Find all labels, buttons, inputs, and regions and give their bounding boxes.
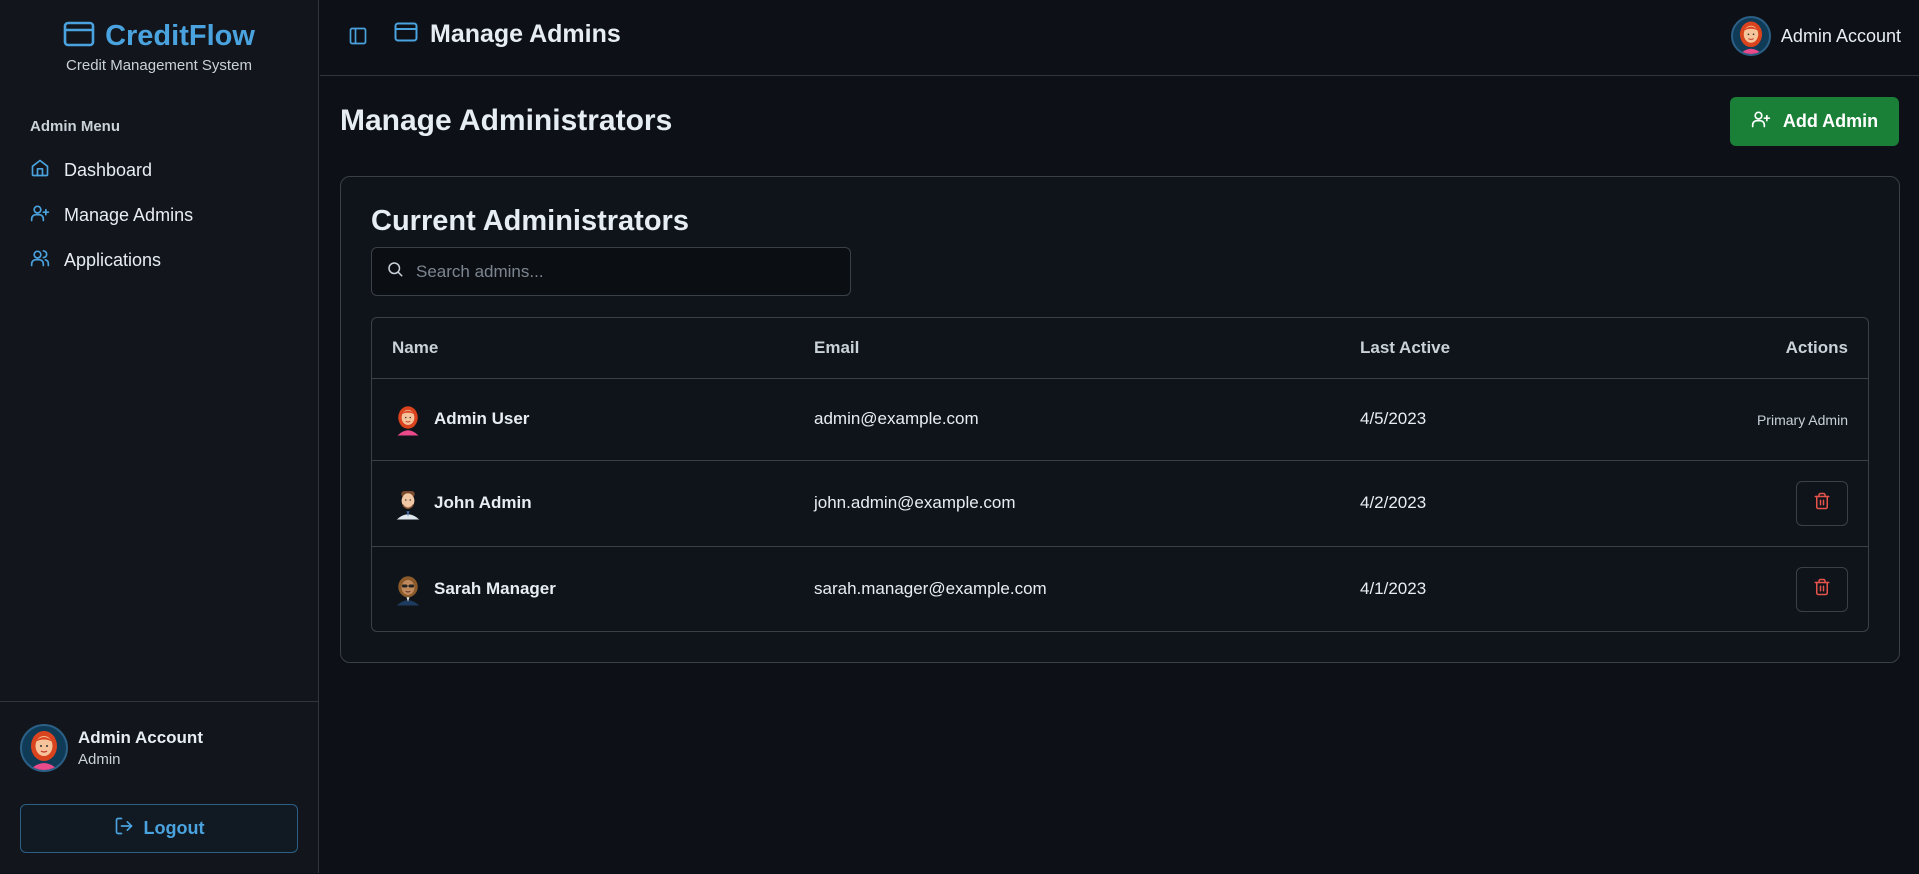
user-plus-icon [30,203,50,228]
admin-last-active: 4/2/2023 [1360,493,1427,512]
page-heading: Manage Admins [430,20,621,48]
sidebar-user: Admin Account Admin [20,724,203,772]
home-icon [30,158,50,183]
avatar [1730,16,1771,56]
admin-last-active: 4/5/2023 [1360,409,1427,428]
table-row: Sarah Manager sarah.manager@example.com … [372,547,1868,631]
sidebar: CreditFlow Credit Management System Admi… [0,0,319,873]
brand: CreditFlow Credit Management System [0,0,318,74]
credit-card-icon [394,22,418,47]
sidebar-user-name: Admin Account [78,728,203,747]
credit-card-icon [63,21,95,52]
account-label: Admin Account [1780,25,1901,46]
search-icon [386,260,404,283]
admin-name: Sarah Manager [434,579,556,598]
sidebar-item-label: Manage Admins [64,205,194,225]
add-admin-label: Add Admin [1782,111,1879,131]
logout-label: Logout [143,818,205,838]
admin-name: John Admin [434,493,532,512]
logout-icon [114,816,134,841]
table-row: John Admin john.admin@example.com 4/2/20… [372,461,1868,547]
admin-email: admin@example.com [814,409,979,428]
search-box [371,247,851,296]
trash-icon [1813,578,1831,601]
brand-name[interactable]: CreditFlow [105,20,255,53]
admins-table: Name Email Last Active Actions Admin Use… [371,317,1869,632]
column-header-name[interactable]: Name [392,338,438,358]
sidebar-item-label: Applications [64,250,162,270]
column-header-last-active[interactable]: Last Active [1360,338,1450,358]
column-header-email[interactable]: Email [814,338,859,358]
sidebar-footer: Admin Account Admin Logout [0,701,318,874]
logout-button[interactable]: Logout [20,804,298,853]
name-cell: John Admin [392,483,532,523]
brand-subtitle: Credit Management System [66,57,252,74]
account-menu[interactable]: Admin Account [1730,16,1901,56]
admin-last-active: 4/1/2023 [1360,579,1427,598]
male-avatar [392,483,424,523]
delete-admin-button[interactable] [1796,567,1848,612]
primary-admin-label: Primary Admin [1756,412,1848,428]
search-input[interactable] [414,260,838,283]
admin-email: john.admin@example.com [814,493,1016,512]
admin-name: Admin User [434,409,530,428]
panel-left-icon [348,27,368,50]
trash-icon [1813,492,1831,515]
column-header-actions: Actions [1785,338,1848,357]
add-admin-button[interactable]: Add Admin [1730,97,1899,146]
topbar: Manage Admins Admin Account [320,0,1919,76]
name-cell: Admin User [392,399,529,439]
card-title: Current Administrators [371,205,689,237]
table-row: Admin User admin@example.com 4/5/2023 Pr… [372,379,1868,461]
user-plus-icon [1751,109,1771,134]
avatar [20,724,68,772]
delete-admin-button[interactable] [1796,481,1848,526]
sidebar-user-role: Admin [78,751,121,768]
sidebar-item-applications[interactable]: Applications [0,238,318,283]
admin-email: sarah.manager@example.com [814,579,1047,598]
topbar-title: Manage Admins [394,20,621,49]
sidebar-nav: Dashboard Manage Admins Applications [0,148,318,283]
users-icon [30,248,50,273]
page-title: Manage Administrators [340,104,673,137]
female-sunglasses-avatar [392,569,424,609]
administrators-card: Current Administrators Name Email Last A… [340,176,1900,663]
sidebar-item-label: Dashboard [64,160,153,180]
table-header: Name Email Last Active Actions [372,318,1868,379]
sidebar-toggle-button[interactable] [348,26,368,51]
menu-title: Admin Menu [30,118,120,135]
sidebar-item-dashboard[interactable]: Dashboard [0,148,318,193]
female-avatar [392,399,424,439]
sidebar-item-manage-admins[interactable]: Manage Admins [0,193,318,238]
name-cell: Sarah Manager [392,569,556,609]
